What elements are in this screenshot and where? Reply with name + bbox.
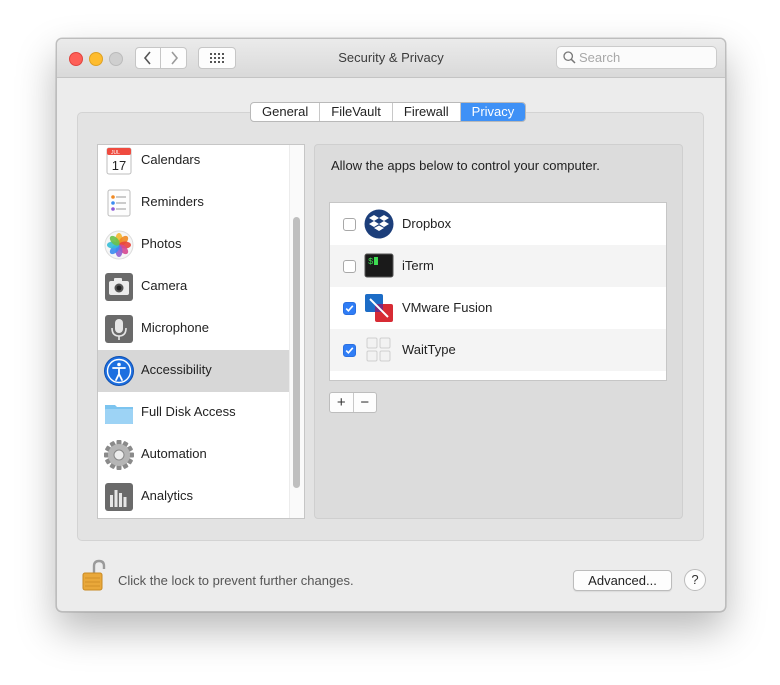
app-checkbox[interactable] — [343, 344, 356, 357]
search-input[interactable] — [579, 49, 711, 66]
calendar-day: 17 — [112, 158, 126, 173]
sidebar-item-accessibility[interactable]: Accessibility — [98, 350, 289, 392]
iterm-icon: $ — [364, 253, 394, 278]
privacy-category-list[interactable]: JUL 17 Calendars Reminders Photos Camera… — [97, 144, 305, 519]
camera-icon — [105, 273, 133, 301]
sidebar-item-label: Camera — [141, 278, 188, 293]
iterm-prompt: $ — [368, 257, 374, 267]
app-row-vmware-fusion[interactable]: VMware Fusion — [330, 287, 666, 329]
search-icon — [563, 51, 576, 64]
dropbox-icon — [364, 209, 394, 239]
app-checkbox[interactable] — [343, 302, 356, 315]
app-name: VMware Fusion — [402, 300, 493, 315]
sidebar-item-label: Calendars — [141, 152, 201, 167]
sidebar-item-analytics[interactable]: Analytics — [98, 476, 289, 518]
app-row-waittype[interactable]: WaitType — [330, 329, 666, 371]
help-button[interactable]: ? — [684, 569, 706, 591]
app-checkbox[interactable] — [343, 260, 356, 273]
sidebar-item-label: Full Disk Access — [141, 404, 236, 419]
sidebar-item-camera[interactable]: Camera — [98, 266, 289, 308]
app-name: iTerm — [402, 258, 434, 273]
calendar-month: JUL — [111, 150, 120, 156]
folder-icon — [105, 405, 133, 424]
app-checkbox[interactable] — [343, 218, 356, 231]
sidebar-item-automation[interactable]: Automation — [98, 434, 289, 476]
add-app-button[interactable]: + — [330, 393, 354, 412]
sidebar-item-microphone[interactable]: Microphone — [98, 308, 289, 350]
app-row-dropbox[interactable]: Dropbox — [330, 203, 666, 245]
sidebar-item-reminders[interactable]: Reminders — [98, 182, 289, 224]
app-name: Dropbox — [402, 216, 452, 231]
sidebar-item-calendars[interactable]: JUL 17 Calendars — [98, 145, 289, 182]
sidebar-item-label: Reminders — [141, 194, 204, 209]
sidebar-item-label: Photos — [141, 236, 182, 251]
search-field[interactable] — [556, 46, 717, 69]
tab-filevault[interactable]: FileVault — [320, 103, 393, 121]
panel-description: Allow the apps below to control your com… — [331, 158, 600, 173]
tab-general[interactable]: General — [251, 103, 321, 121]
sidebar-item-label: Analytics — [141, 488, 194, 503]
sidebar-item-label: Accessibility — [141, 362, 212, 377]
sidebar-item-full-disk-access[interactable]: Full Disk Access — [98, 392, 289, 434]
waittype-icon — [366, 337, 391, 362]
tab-privacy[interactable]: Privacy — [460, 103, 526, 121]
remove-app-button[interactable]: − — [354, 393, 377, 412]
microphone-icon — [105, 315, 133, 343]
accessibility-icon — [104, 356, 134, 386]
add-remove-control: + − — [329, 392, 377, 413]
gear-icon — [104, 440, 134, 470]
reminders-icon — [107, 189, 131, 217]
preferences-window: Security & Privacy General FileVault Fir… — [56, 38, 726, 612]
vmware-fusion-icon — [365, 294, 393, 322]
analytics-icon — [105, 483, 133, 511]
title-bar: Security & Privacy — [57, 39, 725, 78]
tab-firewall[interactable]: Firewall — [393, 103, 461, 121]
advanced-button[interactable]: Advanced... — [573, 570, 672, 591]
sidebar-item-label: Microphone — [141, 320, 209, 335]
photos-icon — [104, 230, 134, 260]
app-row-iterm[interactable]: $ iTerm — [330, 245, 666, 287]
sidebar-item-label: Automation — [141, 446, 207, 461]
checkmark-icon — [345, 347, 354, 354]
unlocked-padlock-icon[interactable] — [81, 559, 107, 593]
sidebar-scroll-thumb[interactable] — [293, 217, 300, 488]
calendar-icon: JUL 17 — [106, 147, 132, 175]
sidebar-item-photos[interactable]: Photos — [98, 224, 289, 266]
tab-bar: General FileVault Firewall Privacy — [250, 102, 527, 122]
app-name: WaitType — [402, 342, 456, 357]
checkmark-icon — [345, 305, 354, 312]
app-list[interactable]: Dropbox $ iTerm VMware Fusion WaitType — [329, 202, 667, 381]
lock-status-text: Click the lock to prevent further change… — [118, 573, 354, 588]
